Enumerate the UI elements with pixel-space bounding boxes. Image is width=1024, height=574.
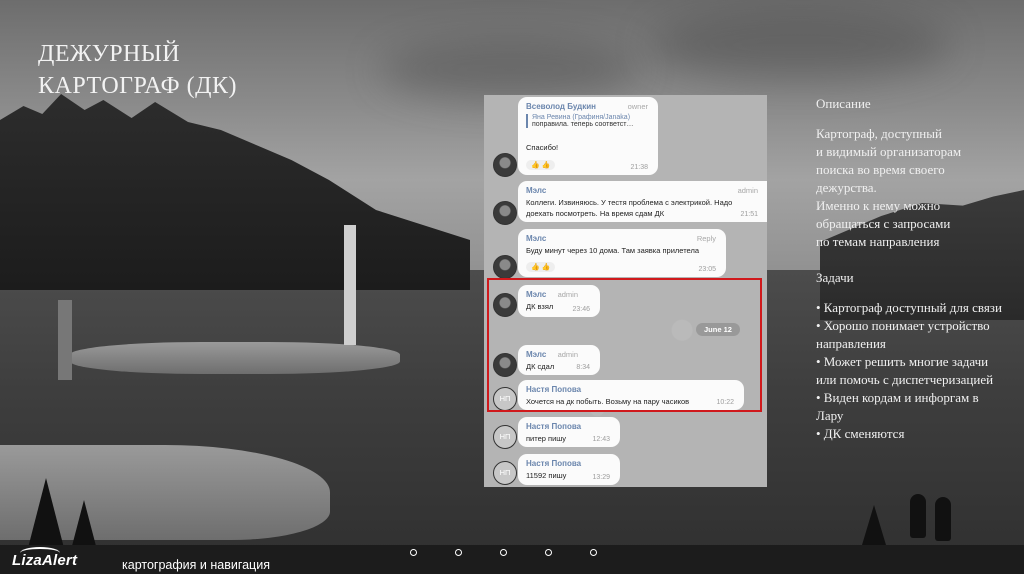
title-line: КАРТОГРАФ (ДК)	[38, 73, 237, 99]
quote-author: Яна Ревина (Графиня/Janaka)	[532, 114, 631, 121]
message-sender: Всеволод Будкин	[526, 102, 596, 111]
pager-dot[interactable]	[500, 549, 507, 556]
pond	[70, 342, 400, 374]
pager-dot[interactable]	[545, 549, 552, 556]
message-time: 23:05	[698, 266, 716, 273]
chat-message: Мэлс Reply Буду минут через 10 дома. Там…	[518, 229, 726, 277]
avatar: НП	[493, 461, 517, 485]
title-line: ДЕЖУРНЫЙ	[38, 41, 181, 67]
reactions: 👍 👍	[526, 160, 556, 170]
pine-tree	[28, 478, 64, 548]
message-time: 12:43	[592, 436, 610, 443]
avatar	[493, 201, 517, 225]
cloud	[380, 40, 640, 100]
message-sender: Мэлс	[526, 186, 547, 195]
message-text: Спасибо!	[526, 143, 559, 152]
chat-message: Мэлс admin Коллеги. Извиняюсь. У тестя п…	[518, 181, 767, 222]
avatar: НП	[493, 425, 517, 449]
message-role: Reply	[696, 234, 716, 243]
highlight-frame	[487, 278, 762, 412]
message-text: питер пишу	[526, 434, 567, 443]
chat-message: Настя Попова 11592 пишу 13:29	[518, 454, 620, 485]
person-silhouette	[935, 497, 951, 541]
task-item: • Картограф доступный для связи	[816, 300, 1002, 315]
message-sender: Мэлс	[526, 234, 547, 243]
message-sender: Настя Попова	[526, 459, 582, 468]
pager-dot[interactable]	[590, 549, 597, 556]
description-text: Картограф, доступный и видимый организат…	[816, 126, 962, 249]
person-silhouette	[910, 494, 926, 538]
reply-quote: Яна Ревина (Графиня/Janaka) поправила. т…	[526, 114, 634, 128]
message-text: 11592 пишу	[526, 471, 567, 480]
lizaalert-logo: LizaAlert	[12, 552, 78, 569]
message-text: Буду минут через 10 дома. Там заявка при…	[526, 246, 700, 255]
description-panel: Описание Картограф, доступный и видимый …	[816, 95, 1006, 443]
message-sender: Настя Попова	[526, 422, 582, 431]
message-text: доехать посмотреть. На время сдам ДК	[526, 209, 665, 218]
task-item: • ДК сменяются	[816, 426, 905, 441]
message-role: owner	[627, 102, 648, 111]
pine-tree	[72, 500, 96, 546]
pine-tree	[862, 505, 886, 545]
quote-text: поправила. теперь соответст…	[532, 121, 634, 128]
footer-text: картография и навигация	[122, 558, 270, 572]
avatar	[493, 153, 517, 177]
reactions: 👍 👍	[526, 262, 556, 272]
chat-message: Настя Попова питер пишу 12:43	[518, 417, 620, 447]
pager-dot[interactable]	[410, 549, 417, 556]
description-heading: Описание	[816, 96, 871, 111]
slide-title: ДЕЖУРНЫЙ КАРТОГРАФ (ДК)	[38, 38, 278, 102]
avatar	[493, 255, 517, 279]
tasks-heading: Задачи	[816, 270, 854, 285]
message-time: 21:38	[630, 164, 648, 171]
birch-trunk	[344, 225, 356, 345]
task-item: • Может решить многие задачи или помочь …	[816, 354, 994, 387]
task-item: • Хорошо понимает устройство направления	[816, 318, 990, 351]
tree-stump	[58, 300, 72, 380]
task-item: • Виден кордам и инфоргам в Лару	[816, 390, 979, 423]
cloud	[650, 10, 950, 80]
message-role: admin	[737, 186, 758, 195]
slide-pager	[410, 549, 597, 556]
message-text: Коллеги. Извиняюсь. У тестя проблема с э…	[526, 198, 733, 207]
message-time: 13:29	[592, 474, 610, 481]
chat-message: Всеволод Будкин owner Яна Ревина (Графин…	[518, 97, 658, 175]
message-time: 21:51	[740, 211, 758, 218]
pager-dot[interactable]	[455, 549, 462, 556]
